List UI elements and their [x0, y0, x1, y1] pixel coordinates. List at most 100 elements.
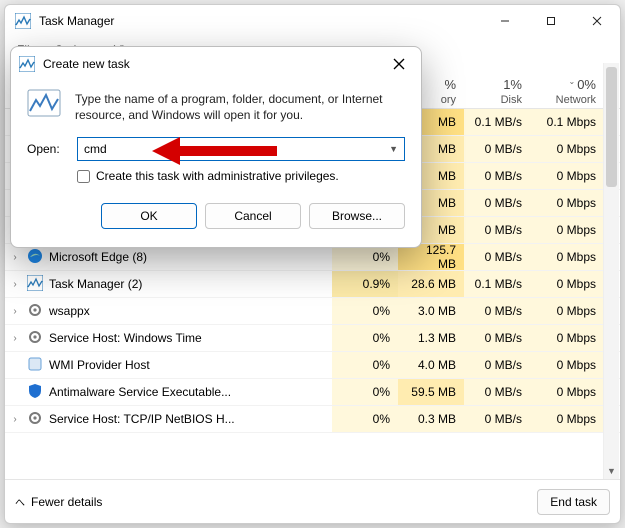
expand-chevron-icon[interactable]: › [9, 279, 21, 290]
disk-cell: 0 MB/s [464, 136, 530, 162]
gear-icon [27, 302, 43, 321]
run-icon [19, 56, 35, 72]
col-network[interactable]: ⌄0%Network [530, 75, 604, 108]
network-cell: 0 Mbps [530, 406, 604, 432]
task-manager-icon [15, 13, 31, 29]
open-label: Open: [27, 142, 67, 156]
disk-cell: 0.1 MB/s [464, 271, 530, 297]
process-name: Task Manager (2) [49, 277, 142, 291]
process-name: Service Host: TCP/IP NetBIOS H... [49, 412, 235, 426]
open-input[interactable]: cmd ▼ [77, 137, 405, 161]
fewer-details-label: Fewer details [31, 495, 102, 509]
network-cell: 0 Mbps [530, 379, 604, 405]
process-name-cell: › Service Host: Windows Time [5, 325, 332, 351]
network-cell: 0 Mbps [530, 136, 604, 162]
dialog-description: Type the name of a program, folder, docu… [75, 87, 405, 123]
sort-caret-icon: ⌄ [569, 77, 576, 86]
cpu-cell: 0.9% [332, 271, 398, 297]
dialog-close-button[interactable] [385, 50, 413, 78]
cpu-cell: 0% [332, 298, 398, 324]
table-row[interactable]: › Service Host: TCP/IP NetBIOS H... 0%0.3 … [5, 406, 620, 433]
run-large-icon [27, 87, 61, 121]
expand-chevron-icon[interactable]: › [9, 306, 21, 317]
disk-cell: 0 MB/s [464, 244, 530, 270]
process-name-cell: › Task Manager (2) [5, 271, 332, 297]
table-row[interactable]: WMI Provider Host 0%4.0 MB0 MB/s0 Mbps [5, 352, 620, 379]
network-cell: 0 Mbps [530, 352, 604, 378]
close-button[interactable] [574, 5, 620, 37]
chevron-down-icon[interactable]: ▼ [389, 144, 398, 154]
window-title: Task Manager [39, 14, 482, 28]
disk-cell: 0 MB/s [464, 190, 530, 216]
memory-cell: 59.5 MB [398, 379, 464, 405]
disk-cell: 0 MB/s [464, 163, 530, 189]
maximize-button[interactable] [528, 5, 574, 37]
cpu-cell: 0% [332, 325, 398, 351]
network-cell: 0.1 Mbps [530, 109, 604, 135]
end-task-button[interactable]: End task [537, 489, 610, 515]
tm-icon [27, 275, 43, 294]
dialog-title: Create new task [43, 57, 385, 71]
disk-cell: 0.1 MB/s [464, 109, 530, 135]
process-name-cell: › Service Host: TCP/IP NetBIOS H... [5, 406, 332, 432]
table-row[interactable]: Antimalware Service Executable... 0%59.5 … [5, 379, 620, 406]
process-name: wsappx [49, 304, 90, 318]
close-icon [393, 58, 405, 70]
network-cell: 0 Mbps [530, 298, 604, 324]
network-cell: 0 Mbps [530, 190, 604, 216]
process-name: Microsoft Edge (8) [49, 250, 147, 264]
table-row[interactable]: ›Microsoft Edge (8)0%125.7 MB0 MB/s0 Mbp… [5, 244, 620, 271]
scroll-down-icon[interactable]: ▼ [604, 463, 619, 479]
network-cell: 0 Mbps [530, 217, 604, 243]
browse-button[interactable]: Browse... [309, 203, 405, 229]
app-icon [27, 356, 43, 375]
memory-cell: 1.3 MB [398, 325, 464, 351]
gear-icon [27, 410, 43, 429]
disk-cell: 0 MB/s [464, 217, 530, 243]
col-disk[interactable]: 1%Disk [464, 75, 530, 108]
process-name-cell: Antimalware Service Executable... [5, 379, 332, 405]
disk-cell: 0 MB/s [464, 325, 530, 351]
network-cell: 0 Mbps [530, 325, 604, 351]
open-value: cmd [84, 142, 107, 156]
table-row[interactable]: › Task Manager (2) 0.9%28.6 MB0.1 MB/s0 Mb… [5, 271, 620, 298]
network-cell: 0 Mbps [530, 244, 604, 270]
cancel-button[interactable]: Cancel [205, 203, 301, 229]
disk-cell: 0 MB/s [464, 298, 530, 324]
expand-chevron-icon[interactable]: › [9, 333, 21, 344]
expand-chevron-icon[interactable]: › [9, 414, 21, 425]
expand-chevron-icon[interactable]: › [9, 252, 21, 263]
memory-cell: 3.0 MB [398, 298, 464, 324]
process-name: Service Host: Windows Time [49, 331, 202, 345]
dialog-titlebar[interactable]: Create new task [11, 47, 421, 81]
process-name: WMI Provider Host [49, 358, 150, 372]
disk-cell: 0 MB/s [464, 406, 530, 432]
fewer-details-button[interactable]: へ Fewer details [15, 494, 102, 509]
scrollbar[interactable]: ▲ ▼ [603, 63, 619, 479]
disk-cell: 0 MB/s [464, 352, 530, 378]
cpu-cell: 0% [332, 352, 398, 378]
shield-icon [27, 383, 43, 402]
network-cell: 0 Mbps [530, 271, 604, 297]
disk-cell: 0 MB/s [464, 379, 530, 405]
admin-label: Create this task with administrative pri… [96, 169, 339, 183]
memory-cell: 0.3 MB [398, 406, 464, 432]
footer: へ Fewer details End task [5, 479, 620, 523]
ok-button[interactable]: OK [101, 203, 197, 229]
table-row[interactable]: › wsappx 0%3.0 MB0 MB/s0 Mbps [5, 298, 620, 325]
network-cell: 0 Mbps [530, 163, 604, 189]
memory-cell: 28.6 MB [398, 271, 464, 297]
cpu-cell: 0% [332, 406, 398, 432]
process-name-cell: › wsappx [5, 298, 332, 324]
minimize-button[interactable] [482, 5, 528, 37]
titlebar[interactable]: Task Manager [5, 5, 620, 37]
memory-cell: 4.0 MB [398, 352, 464, 378]
chevron-up-icon: へ [15, 494, 25, 509]
process-name-cell: WMI Provider Host [5, 352, 332, 378]
admin-checkbox[interactable] [77, 170, 90, 183]
scroll-thumb[interactable] [606, 67, 617, 187]
table-row[interactable]: › Service Host: Windows Time 0%1.3 MB0 MB/… [5, 325, 620, 352]
gear-icon [27, 329, 43, 348]
cpu-cell: 0% [332, 379, 398, 405]
process-name: Antimalware Service Executable... [49, 385, 231, 399]
